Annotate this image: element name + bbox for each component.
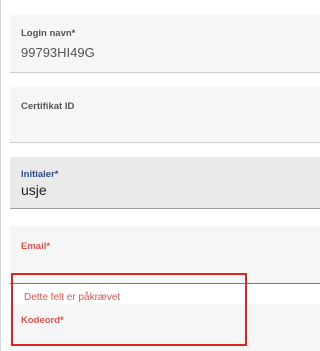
initials-field[interactable]: Initialer* usje <box>10 157 320 209</box>
password-label: Kodeord* <box>21 315 64 326</box>
initials-label: Initialer* <box>21 169 59 180</box>
login-name-label: Login navn* <box>21 28 76 39</box>
email-error-message: Dette felt er påkrævet <box>24 292 121 303</box>
initials-value[interactable]: usje <box>21 182 47 198</box>
login-form: Login navn* 99793HI49G Certifikat ID Ini… <box>0 0 320 351</box>
password-field[interactable]: Kodeord* <box>10 304 320 351</box>
login-name-value[interactable]: 99793HI49G <box>21 45 95 60</box>
email-field[interactable]: Email* <box>10 226 320 284</box>
certificate-id-label: Certifikat ID <box>21 101 75 112</box>
login-name-field[interactable]: Login navn* 99793HI49G <box>10 15 320 73</box>
certificate-id-field[interactable]: Certifikat ID <box>10 87 320 143</box>
email-label: Email* <box>21 241 51 252</box>
